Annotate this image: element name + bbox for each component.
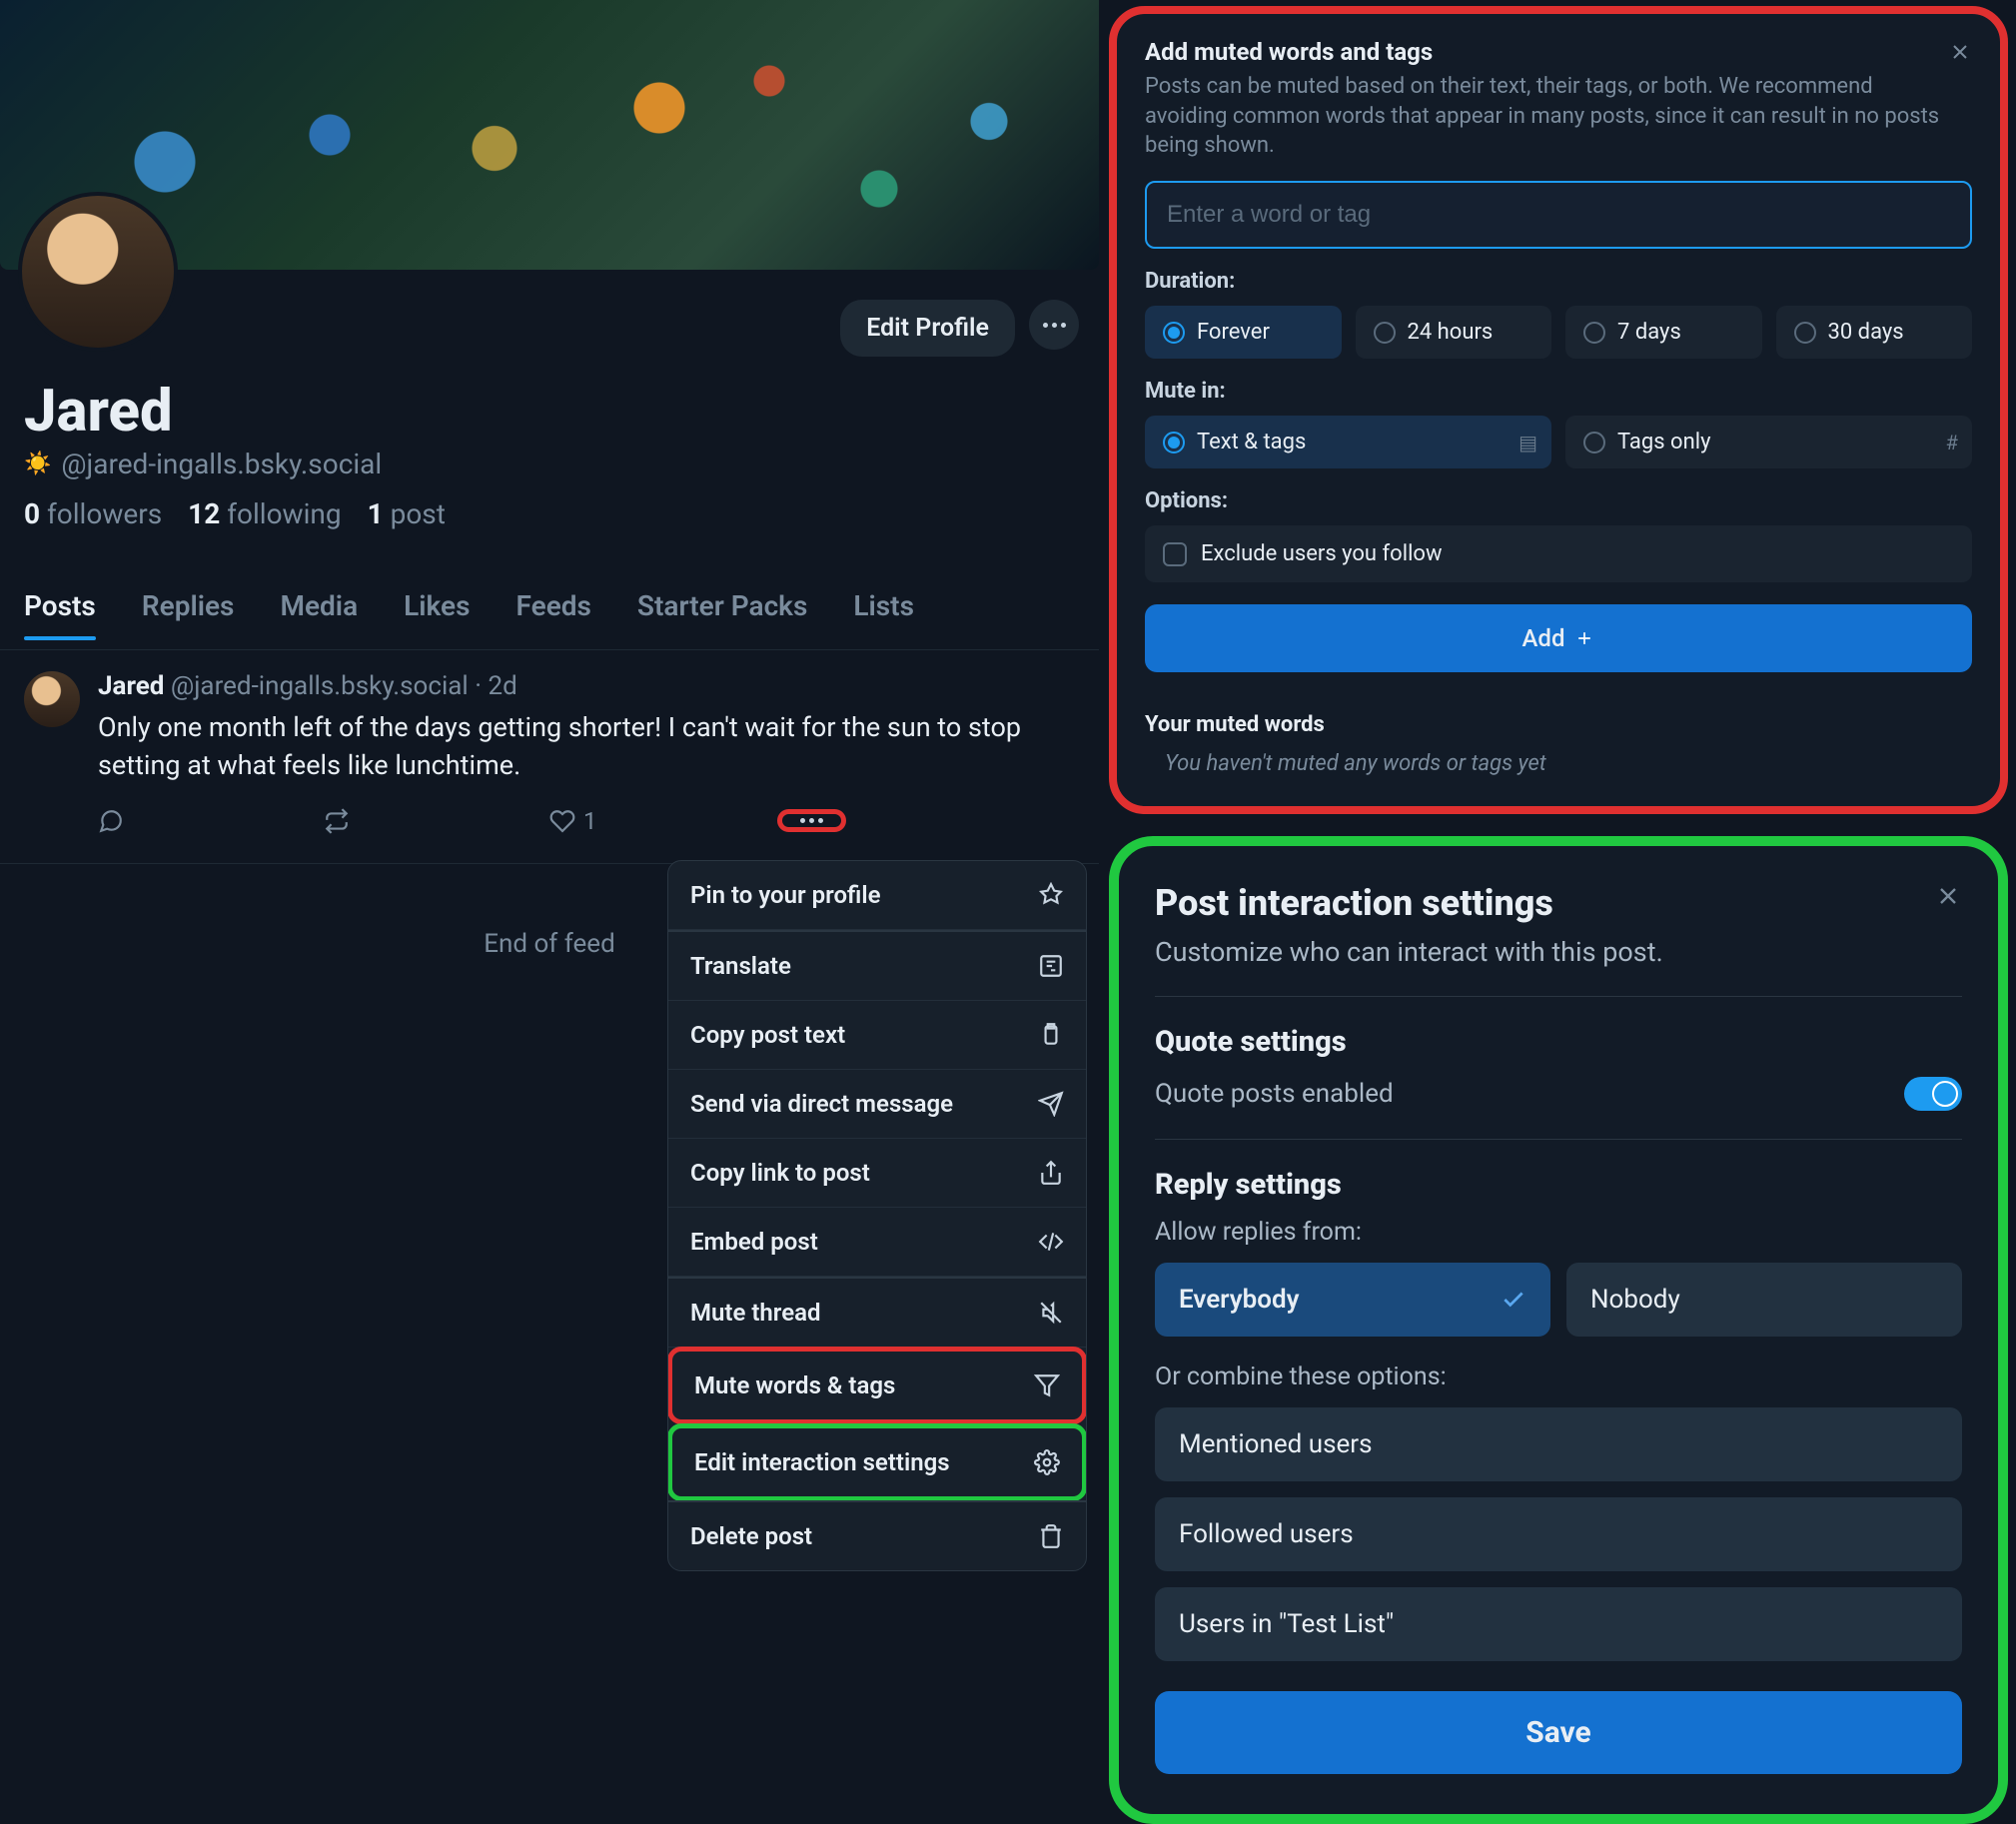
- menu-edit-interaction[interactable]: Edit interaction settings: [672, 1428, 1082, 1496]
- posts-stat[interactable]: 1 post: [368, 497, 446, 530]
- muted-empty-text: You haven't muted any words or tags yet: [1145, 751, 1972, 776]
- menu-mute-thread[interactable]: Mute thread: [668, 1277, 1086, 1348]
- clipboard-icon: [1038, 1022, 1064, 1048]
- post[interactable]: Jared @jared-ingalls.bsky.social · 2d On…: [24, 671, 1083, 835]
- avatar[interactable]: [18, 192, 178, 352]
- profile-tabs: Posts Replies Media Likes Feeds Starter …: [24, 589, 914, 622]
- tab-lists[interactable]: Lists: [853, 589, 914, 622]
- reply-settings-heading: Reply settings: [1155, 1168, 1962, 1202]
- following-stat[interactable]: 12 following: [188, 497, 341, 530]
- checkbox-icon: [1163, 542, 1187, 566]
- profile-more-button[interactable]: [1029, 300, 1079, 350]
- menu-copy-text[interactable]: Copy post text: [668, 1001, 1086, 1070]
- options-label: Options:: [1145, 488, 1972, 513]
- duration-7d[interactable]: 7 days: [1565, 306, 1762, 359]
- mutein-tags-only[interactable]: Tags only#: [1565, 416, 1972, 468]
- post-more-button[interactable]: [777, 809, 846, 832]
- reply-mentioned[interactable]: Mentioned users: [1155, 1407, 1962, 1481]
- more-icon: [1043, 323, 1066, 328]
- add-button[interactable]: Add: [1145, 604, 1972, 672]
- plus-icon: [1574, 628, 1594, 648]
- close-icon: [1934, 882, 1962, 910]
- share-icon: [1038, 1160, 1064, 1186]
- your-muted-label: Your muted words: [1145, 712, 1972, 737]
- check-icon: [1501, 1287, 1526, 1313]
- interaction-settings-panel: Post interaction settings Customize who …: [1109, 836, 2008, 1824]
- followers-stat[interactable]: 0 followers: [24, 497, 162, 530]
- post-avatar[interactable]: [24, 671, 80, 727]
- code-icon: [1038, 1229, 1064, 1255]
- handle: @jared-ingalls.bsky.social: [61, 448, 382, 480]
- reply-test-list[interactable]: Users in "Test List": [1155, 1587, 1962, 1661]
- reply-nobody[interactable]: Nobody: [1566, 1263, 1962, 1337]
- mute-panel-title: Add muted words and tags: [1145, 38, 1948, 66]
- translate-icon: [1038, 953, 1064, 979]
- trash-icon: [1038, 1523, 1064, 1549]
- menu-delete[interactable]: Delete post: [668, 1500, 1086, 1570]
- pin-icon: [1038, 882, 1064, 908]
- like-count: 1: [583, 807, 597, 835]
- mute-icon: [1038, 1300, 1064, 1326]
- reply-everybody[interactable]: Everybody: [1155, 1263, 1550, 1337]
- tab-media[interactable]: Media: [280, 589, 358, 622]
- post-time: 2d: [488, 671, 516, 701]
- duration-forever[interactable]: Forever: [1145, 306, 1342, 359]
- menu-embed[interactable]: Embed post: [668, 1208, 1086, 1277]
- close-icon: [1948, 40, 1972, 64]
- reply-icon: [98, 808, 124, 834]
- hash-icon: #: [1946, 431, 1958, 455]
- quote-enabled-label: Quote posts enabled: [1155, 1079, 1394, 1109]
- filter-icon: [1034, 1372, 1060, 1398]
- interaction-subtitle: Customize who can interact with this pos…: [1155, 936, 1663, 968]
- post-author-handle[interactable]: @jared-ingalls.bsky.social: [171, 671, 469, 701]
- repost-button[interactable]: [324, 808, 350, 834]
- reply-button[interactable]: [98, 808, 124, 834]
- save-button[interactable]: Save: [1155, 1691, 1962, 1774]
- interaction-title: Post interaction settings: [1155, 882, 1663, 924]
- more-icon: [800, 818, 823, 823]
- close-button[interactable]: [1948, 38, 1972, 71]
- menu-translate[interactable]: Translate: [668, 930, 1086, 1001]
- mute-panel-description: Posts can be muted based on their text, …: [1145, 72, 1948, 161]
- menu-mute-words[interactable]: Mute words & tags: [672, 1352, 1082, 1419]
- post-text: Only one month left of the days getting …: [98, 709, 1083, 785]
- mute-words-panel: Add muted words and tags Posts can be mu…: [1109, 6, 2008, 814]
- send-icon: [1038, 1091, 1064, 1117]
- mute-word-input[interactable]: [1145, 181, 1972, 249]
- duration-24h[interactable]: 24 hours: [1356, 306, 1552, 359]
- menu-copy-link[interactable]: Copy link to post: [668, 1139, 1086, 1208]
- exclude-follow-checkbox[interactable]: Exclude users you follow: [1145, 525, 1972, 582]
- text-icon: ▤: [1518, 431, 1537, 455]
- edit-profile-button[interactable]: Edit Profile: [840, 300, 1015, 357]
- combine-label: Or combine these options:: [1155, 1363, 1962, 1391]
- mutein-label: Mute in:: [1145, 379, 1972, 404]
- quote-toggle[interactable]: [1904, 1077, 1962, 1111]
- tab-posts[interactable]: Posts: [24, 589, 96, 622]
- allow-replies-label: Allow replies from:: [1155, 1218, 1962, 1247]
- repost-icon: [324, 808, 350, 834]
- duration-30d[interactable]: 30 days: [1776, 306, 1973, 359]
- quote-settings-heading: Quote settings: [1155, 1025, 1962, 1059]
- sun-icon: ☀️: [24, 452, 51, 476]
- gear-icon: [1034, 1449, 1060, 1475]
- tab-feeds[interactable]: Feeds: [516, 589, 591, 622]
- reply-followed[interactable]: Followed users: [1155, 1497, 1962, 1571]
- menu-send-dm[interactable]: Send via direct message: [668, 1070, 1086, 1139]
- display-name: Jared: [24, 378, 173, 446]
- post-context-menu: Pin to your profile Translate Copy post …: [667, 860, 1087, 1571]
- tab-likes[interactable]: Likes: [404, 589, 470, 622]
- post-author-name[interactable]: Jared: [98, 671, 164, 701]
- like-button[interactable]: 1: [549, 807, 597, 835]
- mutein-text-tags[interactable]: Text & tags▤: [1145, 416, 1551, 468]
- duration-label: Duration:: [1145, 269, 1972, 294]
- tab-replies[interactable]: Replies: [142, 589, 235, 622]
- tab-starter-packs[interactable]: Starter Packs: [637, 589, 807, 622]
- menu-pin[interactable]: Pin to your profile: [668, 861, 1086, 930]
- heart-icon: [549, 808, 575, 834]
- close-button[interactable]: [1934, 882, 1962, 917]
